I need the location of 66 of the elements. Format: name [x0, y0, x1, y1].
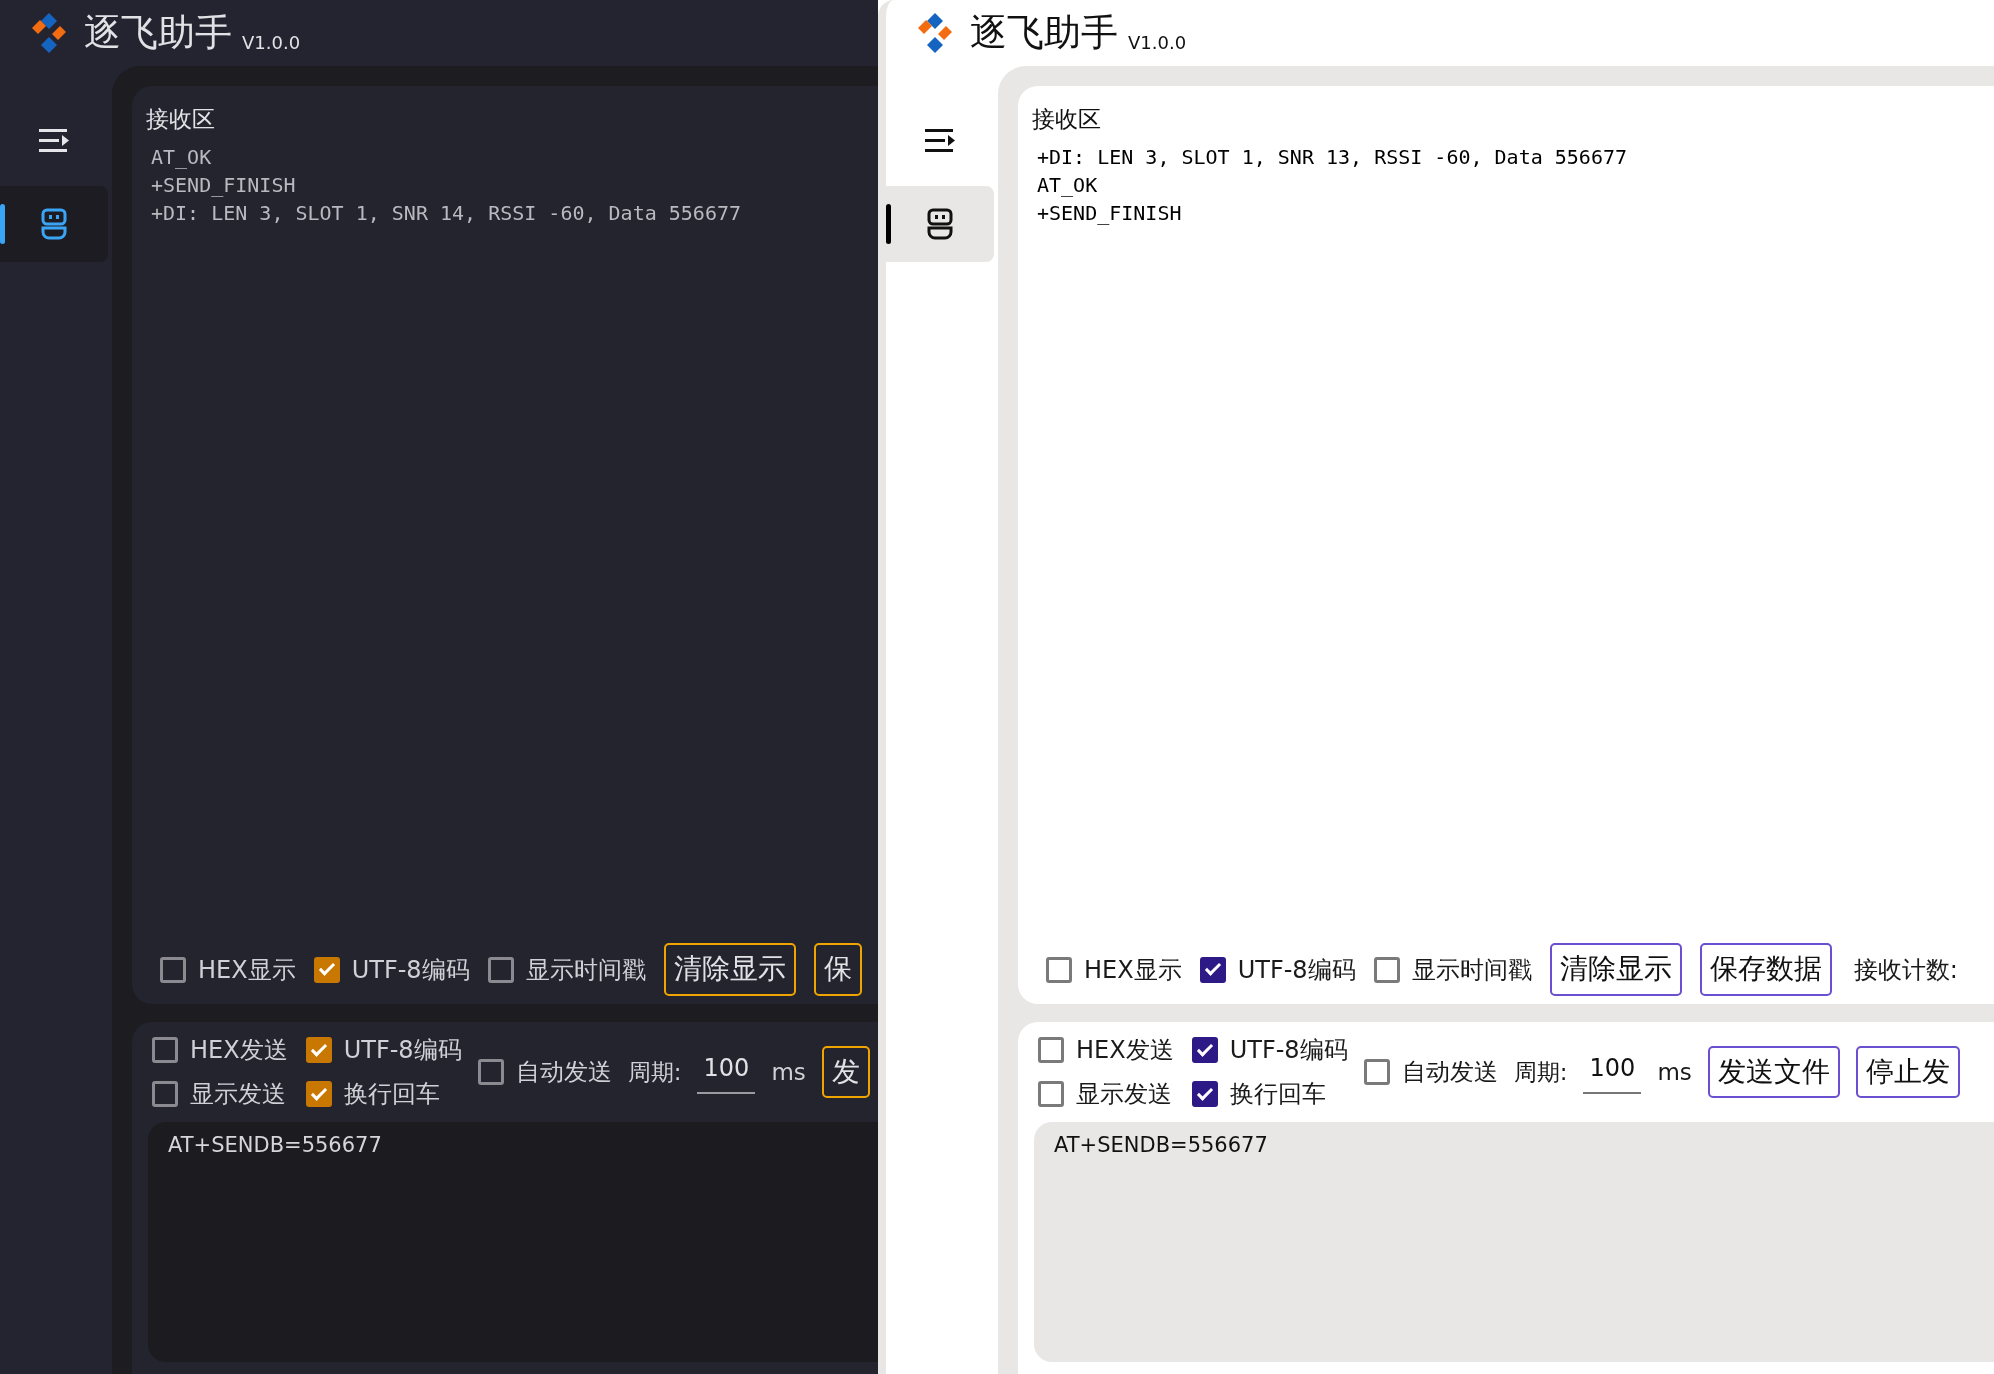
- counter-label: 接收计数:: [1853, 954, 1958, 986]
- robot-icon: [926, 207, 954, 241]
- period-label: 周期:: [1513, 1057, 1568, 1087]
- period-field[interactable]: 100: [697, 1050, 756, 1094]
- checkbox-label: HEX发送: [190, 1035, 288, 1066]
- checkbox[interactable]: [1373, 956, 1400, 983]
- checkbox-label: 显示发送: [1076, 1079, 1172, 1110]
- checkbox-label: 换行回车: [1229, 1079, 1326, 1110]
- log-line: +SEND_FINISH: [151, 171, 296, 199]
- log-line: AT_OK: [1037, 171, 1098, 199]
- log-line: +DI: LEN 3, SLOT 1, SNR 13, RSSI -60, Data 556677: [1037, 143, 1627, 171]
- log-line: AT_OK: [151, 143, 212, 171]
- action-button[interactable]: 发: [821, 1045, 870, 1099]
- log-line: +SEND_FINISH: [1037, 199, 1182, 227]
- section-title: 接收区: [1032, 105, 1101, 134]
- checkbox-label: 显示发送: [190, 1079, 286, 1110]
- checkbox[interactable]: [1038, 1081, 1064, 1107]
- checkbox[interactable]: [152, 1081, 178, 1107]
- checkbox[interactable]: [1191, 1037, 1218, 1063]
- input-field[interactable]: AT+SENDB=556677: [148, 1122, 878, 1362]
- action-button[interactable]: 清除显示: [663, 943, 796, 996]
- checkbox-label: HEX显示: [1084, 954, 1182, 986]
- checkbox-label: 自动发送: [515, 1057, 612, 1088]
- checkbox[interactable]: [313, 956, 340, 983]
- section-title: 接收区: [146, 105, 215, 134]
- checkbox-label: UTF-8编码: [1229, 1035, 1348, 1066]
- log-line: +DI: LEN 3, SLOT 1, SNR 14, RSSI -60, Data 556677: [151, 199, 741, 227]
- period-label: 周期:: [627, 1057, 682, 1087]
- version-label: V1.0.0: [1128, 31, 1187, 55]
- checkbox-label: UTF-8编码: [351, 954, 470, 986]
- checkbox[interactable]: [477, 1059, 504, 1085]
- checkbox[interactable]: [160, 956, 186, 983]
- checkbox[interactable]: [487, 956, 514, 983]
- unit-label: ms: [1657, 1057, 1692, 1087]
- checkbox-label: 显示时间戳: [525, 954, 646, 986]
- action-button[interactable]: 保存数据: [1699, 943, 1832, 996]
- period-field[interactable]: 100: [1583, 1050, 1642, 1094]
- checkbox[interactable]: [1191, 1081, 1218, 1107]
- input-field[interactable]: AT+SENDB=556677: [1034, 1122, 1994, 1362]
- action-button[interactable]: 发送文件: [1707, 1045, 1840, 1099]
- robot-icon: [40, 207, 68, 241]
- sidebar-item[interactable]: [886, 186, 994, 262]
- checkbox-label: UTF-8编码: [1237, 954, 1356, 986]
- checkbox[interactable]: [152, 1037, 178, 1063]
- action-button[interactable]: 保: [813, 943, 862, 996]
- checkbox-label: 换行回车: [343, 1079, 440, 1110]
- checkbox-label: HEX发送: [1076, 1035, 1174, 1066]
- menu-icon: [38, 127, 70, 153]
- app-title: 逐飞助手: [84, 10, 232, 57]
- action-button[interactable]: 清除显示: [1549, 943, 1682, 996]
- sidebar-item[interactable]: [0, 186, 108, 262]
- menu-icon: [924, 127, 956, 153]
- checkbox-label: HEX显示: [198, 954, 296, 986]
- checkbox[interactable]: [1038, 1037, 1064, 1063]
- action-button[interactable]: 停止发: [1855, 1045, 1960, 1099]
- unit-label: ms: [771, 1057, 806, 1087]
- checkbox-label: 显示时间戳: [1411, 954, 1532, 986]
- version-label: V1.0.0: [242, 31, 301, 55]
- app-title: 逐飞助手: [970, 10, 1118, 57]
- checkbox-label: 自动发送: [1401, 1057, 1498, 1088]
- checkbox[interactable]: [305, 1037, 332, 1063]
- checkbox[interactable]: [1046, 956, 1072, 983]
- checkbox[interactable]: [1363, 1059, 1390, 1085]
- checkbox-label: UTF-8编码: [343, 1035, 462, 1066]
- checkbox[interactable]: [1199, 956, 1226, 983]
- checkbox[interactable]: [305, 1081, 332, 1107]
